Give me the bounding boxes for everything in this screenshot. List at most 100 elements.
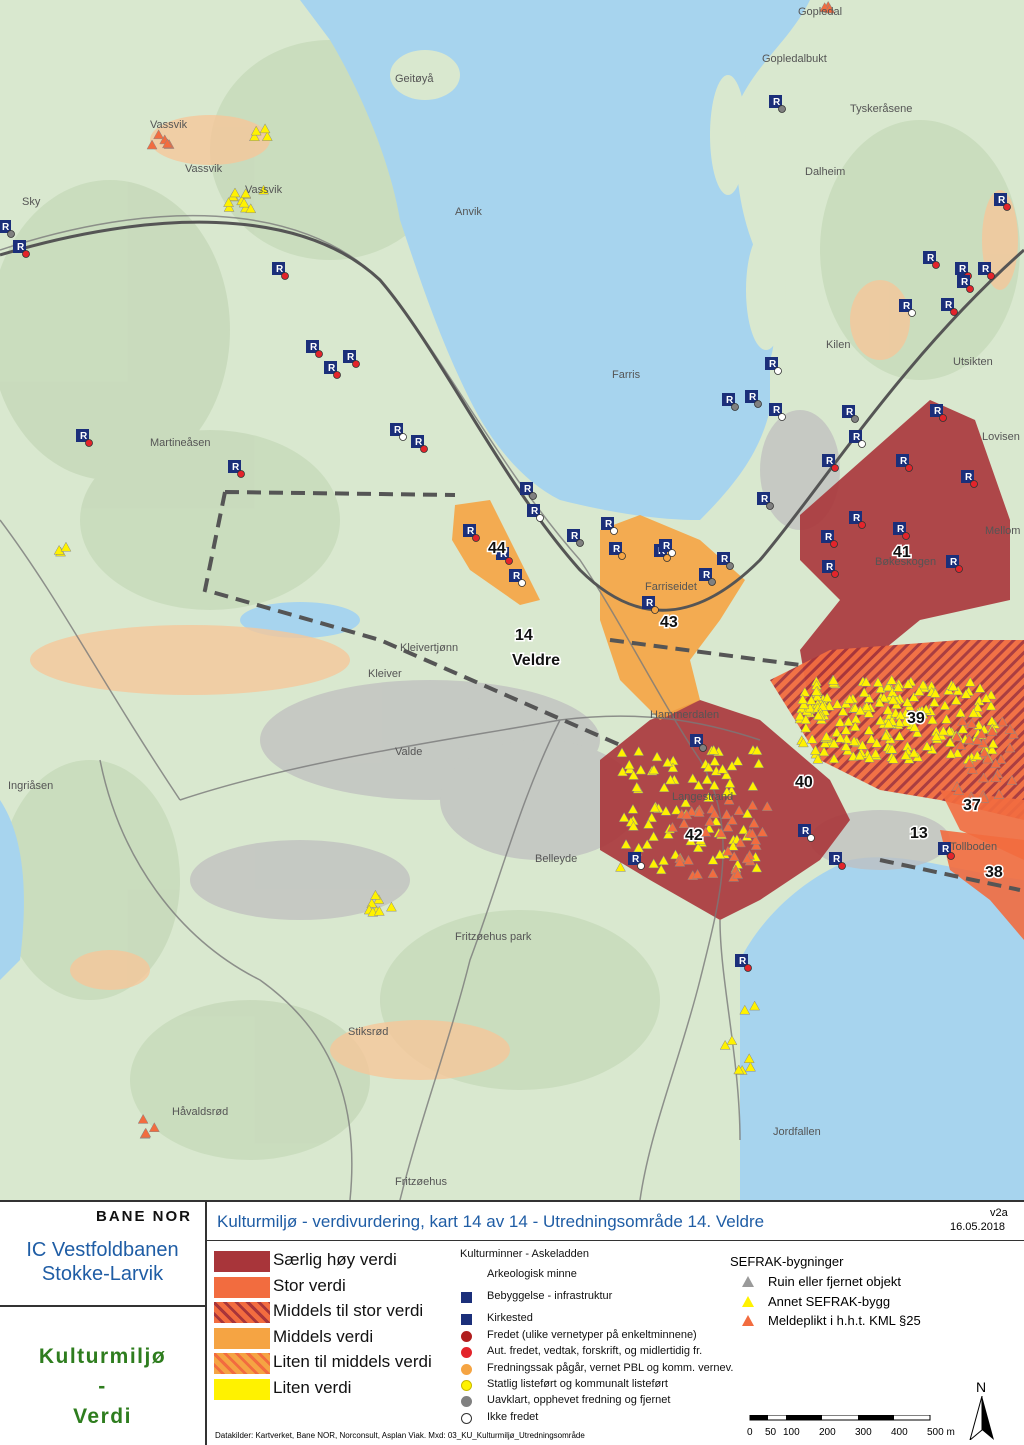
island-south <box>746 230 786 350</box>
status-dot <box>420 445 428 453</box>
place-label: Dalheim <box>805 166 845 178</box>
place-label: Vassvik <box>150 119 188 131</box>
status-dot <box>651 606 659 614</box>
status-dot <box>708 578 716 586</box>
scale-tick-label: 400 <box>891 1427 908 1438</box>
status-dot-icon <box>461 1331 472 1342</box>
arkeologisk-minne-icon <box>461 1270 472 1281</box>
area-number-label: 14 <box>515 627 533 644</box>
sefrak-label: Annet SEFRAK-bygg <box>768 1293 891 1309</box>
value-label: Liten verdi <box>273 1377 352 1397</box>
status-dot-icon <box>461 1379 472 1391</box>
place-label: Fritzøehus <box>395 1176 447 1188</box>
area-number-label: 40 <box>795 774 813 791</box>
legend-panel: BANE NOR IC Vestfoldbanen Stokke-Larvik … <box>0 1200 1024 1445</box>
sefrak-triangle-icon <box>742 1315 754 1326</box>
place-label: Ingriåsen <box>8 780 53 792</box>
kulturminne-type-label: Kirkested <box>487 1312 533 1324</box>
status-dot <box>529 492 537 500</box>
status-dot <box>576 539 584 547</box>
place-label: Farriseidet <box>645 581 697 593</box>
area-number-label: 42 <box>685 827 703 844</box>
place-label: Valde <box>395 746 422 758</box>
status-dot <box>668 549 676 557</box>
kulturminne-type-label: Arkeologisk minne <box>487 1268 577 1280</box>
north-label: N <box>976 1379 987 1395</box>
place-label: Stiksrød <box>348 1026 388 1038</box>
kirkested-icon <box>461 1314 472 1325</box>
status-dot <box>858 440 866 448</box>
status-dot-icon <box>461 1347 472 1359</box>
value-swatch <box>214 1251 270 1272</box>
status-dot <box>970 480 978 488</box>
scale-tick-label: 0 <box>747 1427 753 1438</box>
status-dot <box>610 527 618 535</box>
place-label: Gopledal <box>798 6 842 18</box>
area-number-label: 44 <box>488 540 506 557</box>
status-label: Aut. fredet, vedtak, forskrift, og midle… <box>487 1345 703 1358</box>
value-swatch <box>214 1327 270 1349</box>
area-number-label: 37 <box>963 797 981 814</box>
status-dot <box>774 367 782 375</box>
sefrak-label: Meldeplikt i h.h.t. KML §25 <box>768 1313 921 1328</box>
status-dot <box>905 464 913 472</box>
status-dot <box>22 250 30 258</box>
brand-logo: BANE NOR <box>96 1208 193 1225</box>
status-dot <box>831 464 839 472</box>
north-arrow-icon <box>969 1396 994 1440</box>
status-dot <box>987 272 995 280</box>
status-dot <box>237 470 245 478</box>
place-label: Mellom <box>985 525 1020 537</box>
status-dot <box>831 570 839 578</box>
place-label: Martineåsen <box>150 437 211 449</box>
scale-tick-label: 100 <box>783 1427 800 1438</box>
status-dot <box>778 413 786 421</box>
place-label: Vassvik <box>245 184 283 196</box>
area-number-label: 39 <box>907 710 925 727</box>
area-number-label: 43 <box>660 614 678 631</box>
value-label: Særlig høy verdi <box>273 1250 397 1269</box>
status-dot <box>908 309 916 317</box>
value-label: Middels verdi <box>273 1326 374 1346</box>
place-label: Kleivertjønn <box>400 642 458 654</box>
place-label: Lovisen <box>982 431 1020 443</box>
status-dot <box>637 862 645 870</box>
scale-tick-label: 300 <box>855 1427 872 1438</box>
status-dot <box>851 415 859 423</box>
scale-tick-label: 500 m <box>927 1427 955 1438</box>
value-swatch <box>214 1276 270 1298</box>
status-label: Statlig listeført og kommunalt listeført <box>487 1377 668 1390</box>
status-dot <box>966 285 974 293</box>
status-dot-icon <box>461 1363 472 1375</box>
sefrak-triangle-icon <box>742 1276 754 1287</box>
place-label: Langestrand <box>672 791 733 803</box>
place-label: Gopledalbukt <box>762 53 827 65</box>
scale-tick-label: 200 <box>819 1427 836 1438</box>
status-dot <box>726 562 734 570</box>
project-name: IC Vestfoldbanen Stokke-Larvik <box>26 1239 179 1285</box>
status-dot-icon <box>461 1412 472 1424</box>
map-date: 16.05.2018 <box>950 1221 1006 1233</box>
value-swatch <box>214 1302 270 1323</box>
map[interactable]: RRRRRRRRRRRRRR RRRRRRRRRR RR RRRRRRRRRRRRR R… <box>0 0 1024 1200</box>
area-number-label: 41 <box>893 544 911 561</box>
status-dot-icon <box>461 1396 472 1408</box>
status-dot <box>754 400 762 408</box>
status-dot <box>731 403 739 411</box>
status-dot <box>744 964 752 972</box>
status-label: Fredningssak pågår, vernet PBL og komm. … <box>487 1361 734 1374</box>
place-label: Utsikten <box>953 356 993 368</box>
island-east <box>710 75 746 195</box>
value-swatch <box>214 1353 270 1374</box>
status-dot <box>618 552 626 560</box>
status-dot <box>399 433 407 441</box>
status-dot <box>333 371 341 379</box>
status-dot <box>518 579 526 587</box>
status-dot <box>955 565 963 573</box>
status-dot <box>281 272 289 280</box>
status-dot <box>85 439 93 447</box>
status-dot <box>838 862 846 870</box>
status-dot <box>902 532 910 540</box>
place-label: Kilen <box>826 339 850 351</box>
area-number-label: 38 <box>985 864 1003 881</box>
